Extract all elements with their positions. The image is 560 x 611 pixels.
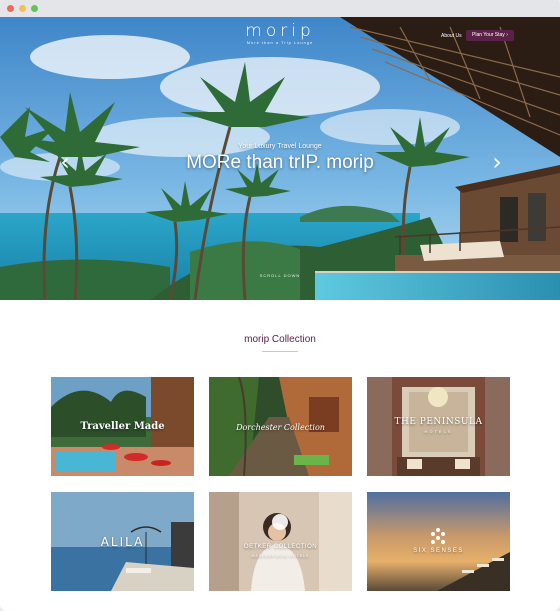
close-dot-icon[interactable] (7, 5, 14, 12)
left-arrow-icon[interactable]: ‹ (58, 147, 72, 177)
collection-card-dorchester[interactable]: Dorchester Collection (209, 377, 352, 476)
card-title: SIX SENSES (413, 548, 464, 554)
nav-about-link[interactable]: About Us (441, 33, 462, 39)
collection-title: morip Collection (244, 334, 316, 345)
chevron-right-icon: › (506, 32, 508, 38)
right-arrow-icon[interactable]: › (490, 147, 504, 177)
collection-card-six-senses[interactable]: SIX SENSES (367, 492, 510, 591)
collection-card-traveller-made[interactable]: Traveller Made (51, 377, 194, 476)
plan-your-stay-button[interactable]: Plan Your Stay › (466, 30, 514, 41)
card-title: Traveller Made (80, 421, 165, 432)
scroll-hint[interactable]: SCROLL DOWN (0, 273, 560, 278)
browser-window: morip More than a Trip Lounge About Us P… (0, 0, 560, 611)
collection-card-peninsula[interactable]: THE PENINSULA HOTELS (367, 377, 510, 476)
browser-chrome (0, 0, 560, 17)
maximize-dot-icon[interactable] (31, 5, 38, 12)
hero-tagline: Your Luxury Travel Lounge (238, 143, 322, 150)
card-title: Dorchester Collection (236, 423, 325, 432)
minimize-dot-icon[interactable] (19, 5, 26, 12)
card-title: THE PENINSULA (394, 417, 483, 427)
card-subtitle: MASTERPIECE HOTELS (251, 554, 310, 558)
plan-your-stay-label: Plan Your Stay (472, 32, 505, 38)
title-divider (262, 351, 298, 352)
hero-headline: MORe than trIP. morip (186, 152, 374, 173)
card-title: ALILA (100, 535, 145, 549)
hero-banner: morip More than a Trip Lounge About Us P… (0, 17, 560, 300)
card-image (209, 492, 352, 591)
card-image (367, 492, 510, 591)
card-title: OETKER COLLECTION (243, 544, 318, 550)
card-subtitle: HOTELS (424, 429, 453, 434)
collection-card-oetker[interactable]: OETKER COLLECTION MASTERPIECE HOTELS (209, 492, 352, 591)
collection-card-alila[interactable]: ALILA (51, 492, 194, 591)
